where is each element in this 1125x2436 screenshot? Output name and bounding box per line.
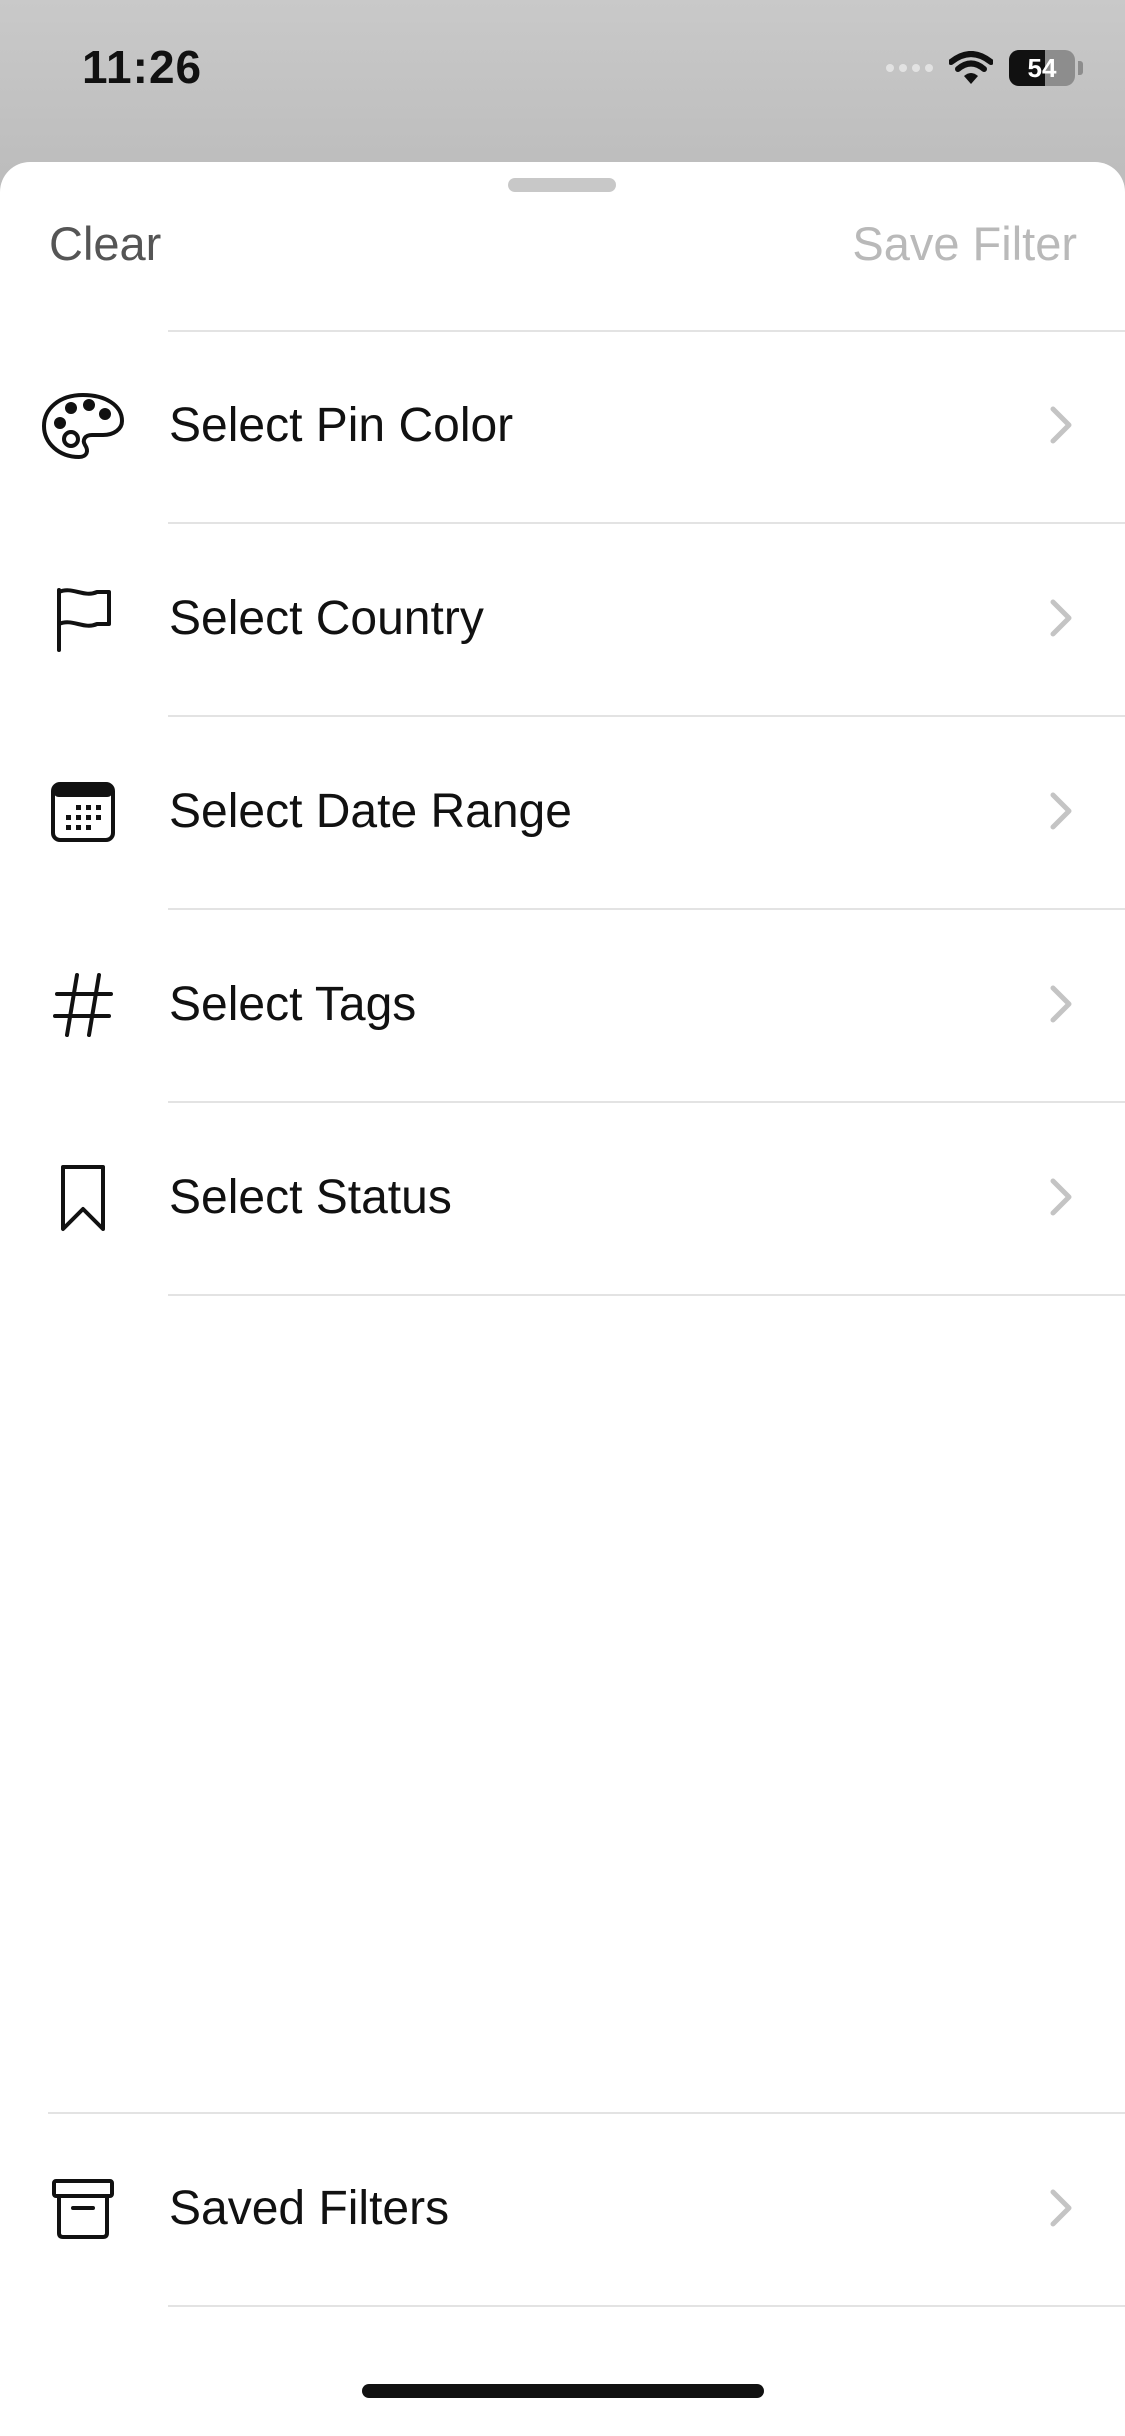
flag-icon [40, 579, 126, 659]
wifi-icon [949, 51, 993, 84]
chevron-right-icon [1050, 599, 1072, 637]
filter-row-label: Select Pin Color [169, 399, 514, 452]
hashtag-icon [40, 965, 126, 1045]
filter-row-pin-color[interactable]: Select Pin Color [0, 331, 1125, 521]
filter-row-tags[interactable]: Select Tags [0, 910, 1125, 1100]
filter-row-label: Select Status [169, 1171, 452, 1224]
saved-filters-label: Saved Filters [169, 2182, 450, 2235]
chevron-right-icon [1050, 406, 1072, 444]
filter-row-label: Select Date Range [169, 785, 572, 838]
divider [168, 1294, 1125, 1296]
sheet-grabber[interactable] [508, 178, 616, 192]
save-filter-button[interactable]: Save Filter [852, 216, 1077, 271]
status-bar: 11:26 54 [0, 0, 1125, 140]
clear-button[interactable]: Clear [49, 216, 161, 271]
filter-sheet: Clear Save Filter Select Pin Color Selec… [0, 162, 1125, 2436]
divider [168, 2305, 1125, 2307]
home-indicator[interactable] [362, 2384, 764, 2398]
saved-filters-row[interactable]: Saved Filters [0, 2114, 1125, 2304]
chevron-right-icon [1050, 1178, 1072, 1216]
palette-icon [40, 386, 126, 466]
filter-row-date-range[interactable]: Select Date Range [0, 717, 1125, 907]
calendar-icon [40, 772, 126, 852]
filter-row-status[interactable]: Select Status [0, 1103, 1125, 1293]
battery-icon: 54 [1009, 50, 1075, 86]
battery-cap [1078, 61, 1083, 75]
battery-percentage: 54 [1027, 52, 1057, 83]
chevron-right-icon [1050, 792, 1072, 830]
status-indicators: 54 [886, 46, 1083, 90]
filter-row-label: Select Tags [169, 978, 417, 1031]
bookmark-icon [40, 1158, 126, 1238]
filter-row-label: Select Country [169, 592, 484, 645]
filter-row-country[interactable]: Select Country [0, 524, 1125, 714]
chevron-right-icon [1050, 2189, 1072, 2227]
status-time: 11:26 [82, 41, 203, 93]
cellular-signal-icon [886, 64, 933, 72]
chevron-right-icon [1050, 985, 1072, 1023]
archive-box-icon [40, 2169, 126, 2249]
